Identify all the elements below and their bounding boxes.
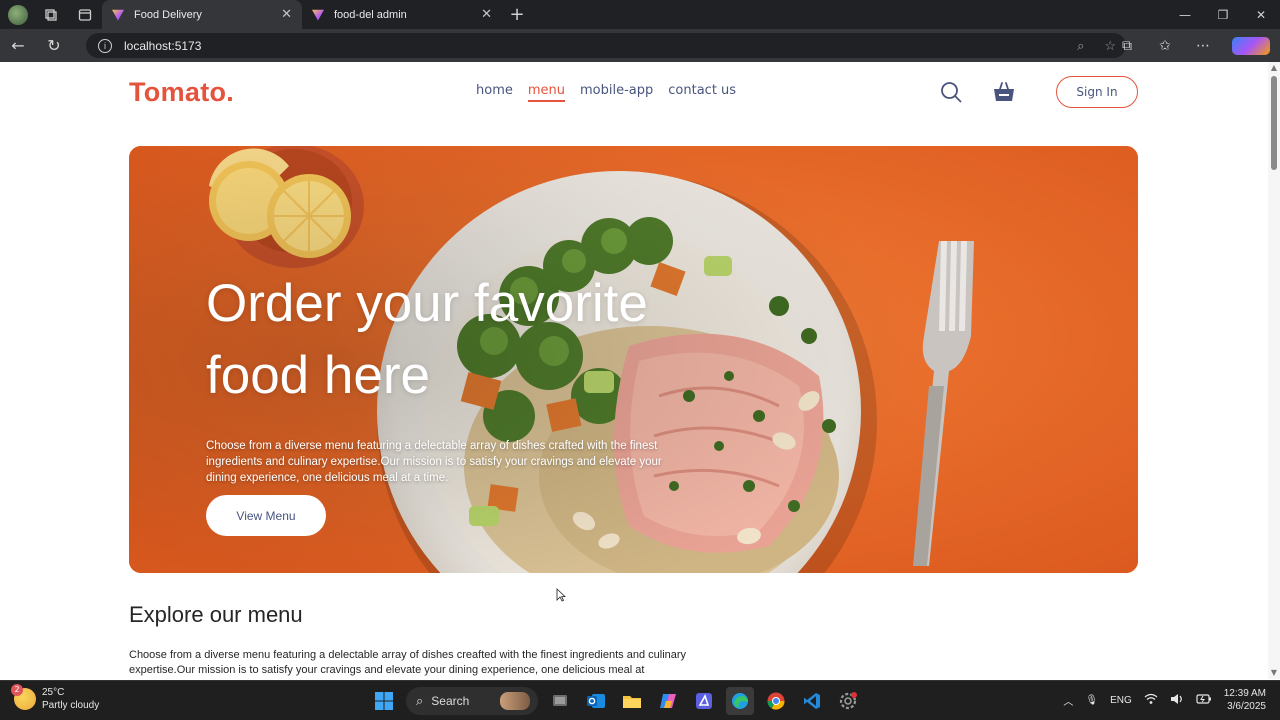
- tab-food-delivery[interactable]: Food Delivery ✕: [102, 0, 302, 29]
- maximize-icon[interactable]: ❐: [1204, 0, 1242, 29]
- weather-badge: 2: [11, 684, 23, 696]
- nav-menu: home menu mobile-app contact us: [476, 83, 736, 102]
- basket-icon[interactable]: [992, 80, 1016, 104]
- scroll-up-icon[interactable]: ▲: [1270, 64, 1278, 72]
- page-viewport: Tomato. home menu mobile-app contact us …: [0, 62, 1280, 679]
- hero-description: Choose from a diverse menu featuring a d…: [206, 440, 662, 484]
- search-highlight-icon: [500, 692, 530, 710]
- nav-item-mobile-app[interactable]: mobile-app: [580, 83, 653, 102]
- tab-title: Food Delivery: [134, 8, 202, 21]
- sign-in-button[interactable]: Sign In: [1056, 76, 1138, 108]
- file-explorer-icon[interactable]: [618, 687, 646, 715]
- clock-date: 3/6/2025: [1227, 701, 1266, 712]
- back-icon[interactable]: ←: [0, 29, 36, 62]
- windows-start-icon[interactable]: [370, 687, 398, 715]
- volume-icon[interactable]: [1170, 693, 1184, 708]
- microphone-icon[interactable]: 🎙: [1085, 695, 1098, 706]
- favorites-icon[interactable]: ✩: [1146, 38, 1184, 54]
- windows-taskbar: 2 25°C Partly cloudy ⌕ Search ︿ 🎙 ENG 12…: [0, 680, 1280, 720]
- vscode-icon[interactable]: [798, 687, 826, 715]
- hero-title-line-1: Order your favorite: [206, 274, 648, 333]
- partly-cloudy-icon: 2: [11, 684, 36, 710]
- zoom-icon[interactable]: ⌕: [1077, 38, 1084, 54]
- clock-time: 12:39 AM: [1223, 688, 1266, 699]
- profile-avatar[interactable]: [8, 4, 28, 25]
- hero-title-line-2: food here: [206, 346, 430, 405]
- address-bar[interactable]: i localhost:5173 ⌕ ☆: [86, 33, 1126, 58]
- browser-tabbar: Food Delivery ✕ food-del admin ✕ + — ❐ ✕: [0, 0, 1280, 29]
- taskbar-search-label: Search: [431, 694, 470, 708]
- hero-title: Order your favorite food here: [206, 268, 726, 412]
- new-tab-button[interactable]: +: [502, 4, 532, 25]
- search-icon: ⌕: [416, 693, 424, 708]
- close-tab-icon[interactable]: ✕: [281, 7, 292, 22]
- copilot-app-icon[interactable]: [654, 687, 682, 715]
- chrome-icon[interactable]: [762, 687, 790, 715]
- task-view-icon[interactable]: [546, 687, 574, 715]
- scrollbar-thumb[interactable]: [1271, 76, 1277, 170]
- settings-icon[interactable]: [834, 687, 862, 715]
- more-menu-icon[interactable]: ⋯: [1184, 38, 1222, 54]
- explore-menu-description: Choose from a diverse menu featuring a d…: [129, 649, 687, 676]
- nav-item-menu[interactable]: menu: [527, 83, 565, 102]
- extensions-icon[interactable]: ⧉: [1108, 38, 1146, 54]
- edge-icon[interactable]: [726, 687, 754, 715]
- scroll-down-icon[interactable]: ▼: [1270, 669, 1278, 677]
- wifi-icon[interactable]: [1144, 693, 1158, 708]
- window-controls: — ❐ ✕: [1166, 0, 1280, 29]
- outlook-icon[interactable]: [582, 687, 610, 715]
- browser-toolbar: ← ↻ i localhost:5173 ⌕ ☆ ⧉ ✩ ⋯: [0, 29, 1280, 62]
- vs-code-insiders-icon[interactable]: [690, 687, 718, 715]
- search-icon[interactable]: [940, 81, 962, 103]
- hero-banner: Order your favorite food here Choose fro…: [129, 146, 1138, 573]
- weather-temp: 25°C: [42, 687, 65, 698]
- view-menu-button[interactable]: View Menu: [206, 495, 326, 536]
- workspaces-icon[interactable]: [34, 0, 68, 29]
- tab-title: food-del admin: [334, 8, 407, 21]
- site-navbar: Tomato. home menu mobile-app contact us …: [129, 62, 1138, 122]
- nav-item-contact-us[interactable]: contact us: [668, 83, 736, 102]
- mouse-cursor-icon: [556, 588, 566, 602]
- show-hidden-icons-icon[interactable]: ︿: [1063, 693, 1073, 708]
- vite-favicon-icon: [112, 9, 124, 21]
- tab-actions-icon[interactable]: [68, 0, 102, 29]
- page-scrollbar[interactable]: ▲ ▼: [1268, 62, 1280, 679]
- hero-content: Order your favorite food here Choose fro…: [206, 268, 726, 486]
- copilot-icon[interactable]: [1232, 36, 1270, 55]
- site-info-icon[interactable]: i: [98, 38, 112, 53]
- taskbar-apps: ⌕ Search: [370, 687, 862, 715]
- close-tab-icon[interactable]: ✕: [481, 7, 492, 22]
- minimize-icon[interactable]: —: [1166, 0, 1204, 29]
- weather-widget[interactable]: 2 25°C Partly cloudy: [11, 684, 100, 712]
- language-indicator[interactable]: ENG: [1110, 695, 1132, 706]
- taskbar-clock[interactable]: 12:39 AM 3/6/2025: [1224, 687, 1266, 713]
- taskbar-search[interactable]: ⌕ Search: [406, 687, 538, 715]
- reload-icon[interactable]: ↻: [36, 29, 72, 62]
- close-window-icon[interactable]: ✕: [1242, 0, 1280, 29]
- vite-favicon-icon: [312, 9, 324, 21]
- battery-icon[interactable]: [1196, 693, 1212, 708]
- weather-desc: Partly cloudy: [42, 700, 100, 711]
- url-text: localhost:5173: [124, 38, 202, 53]
- explore-menu-heading: Explore our menu: [129, 602, 303, 627]
- nav-item-home[interactable]: home: [476, 83, 513, 102]
- site-logo[interactable]: Tomato.: [129, 77, 234, 108]
- system-tray: ︿ 🎙 ENG 12:39 AM 3/6/2025: [1063, 687, 1266, 713]
- tab-food-del-admin[interactable]: food-del admin ✕: [302, 0, 502, 29]
